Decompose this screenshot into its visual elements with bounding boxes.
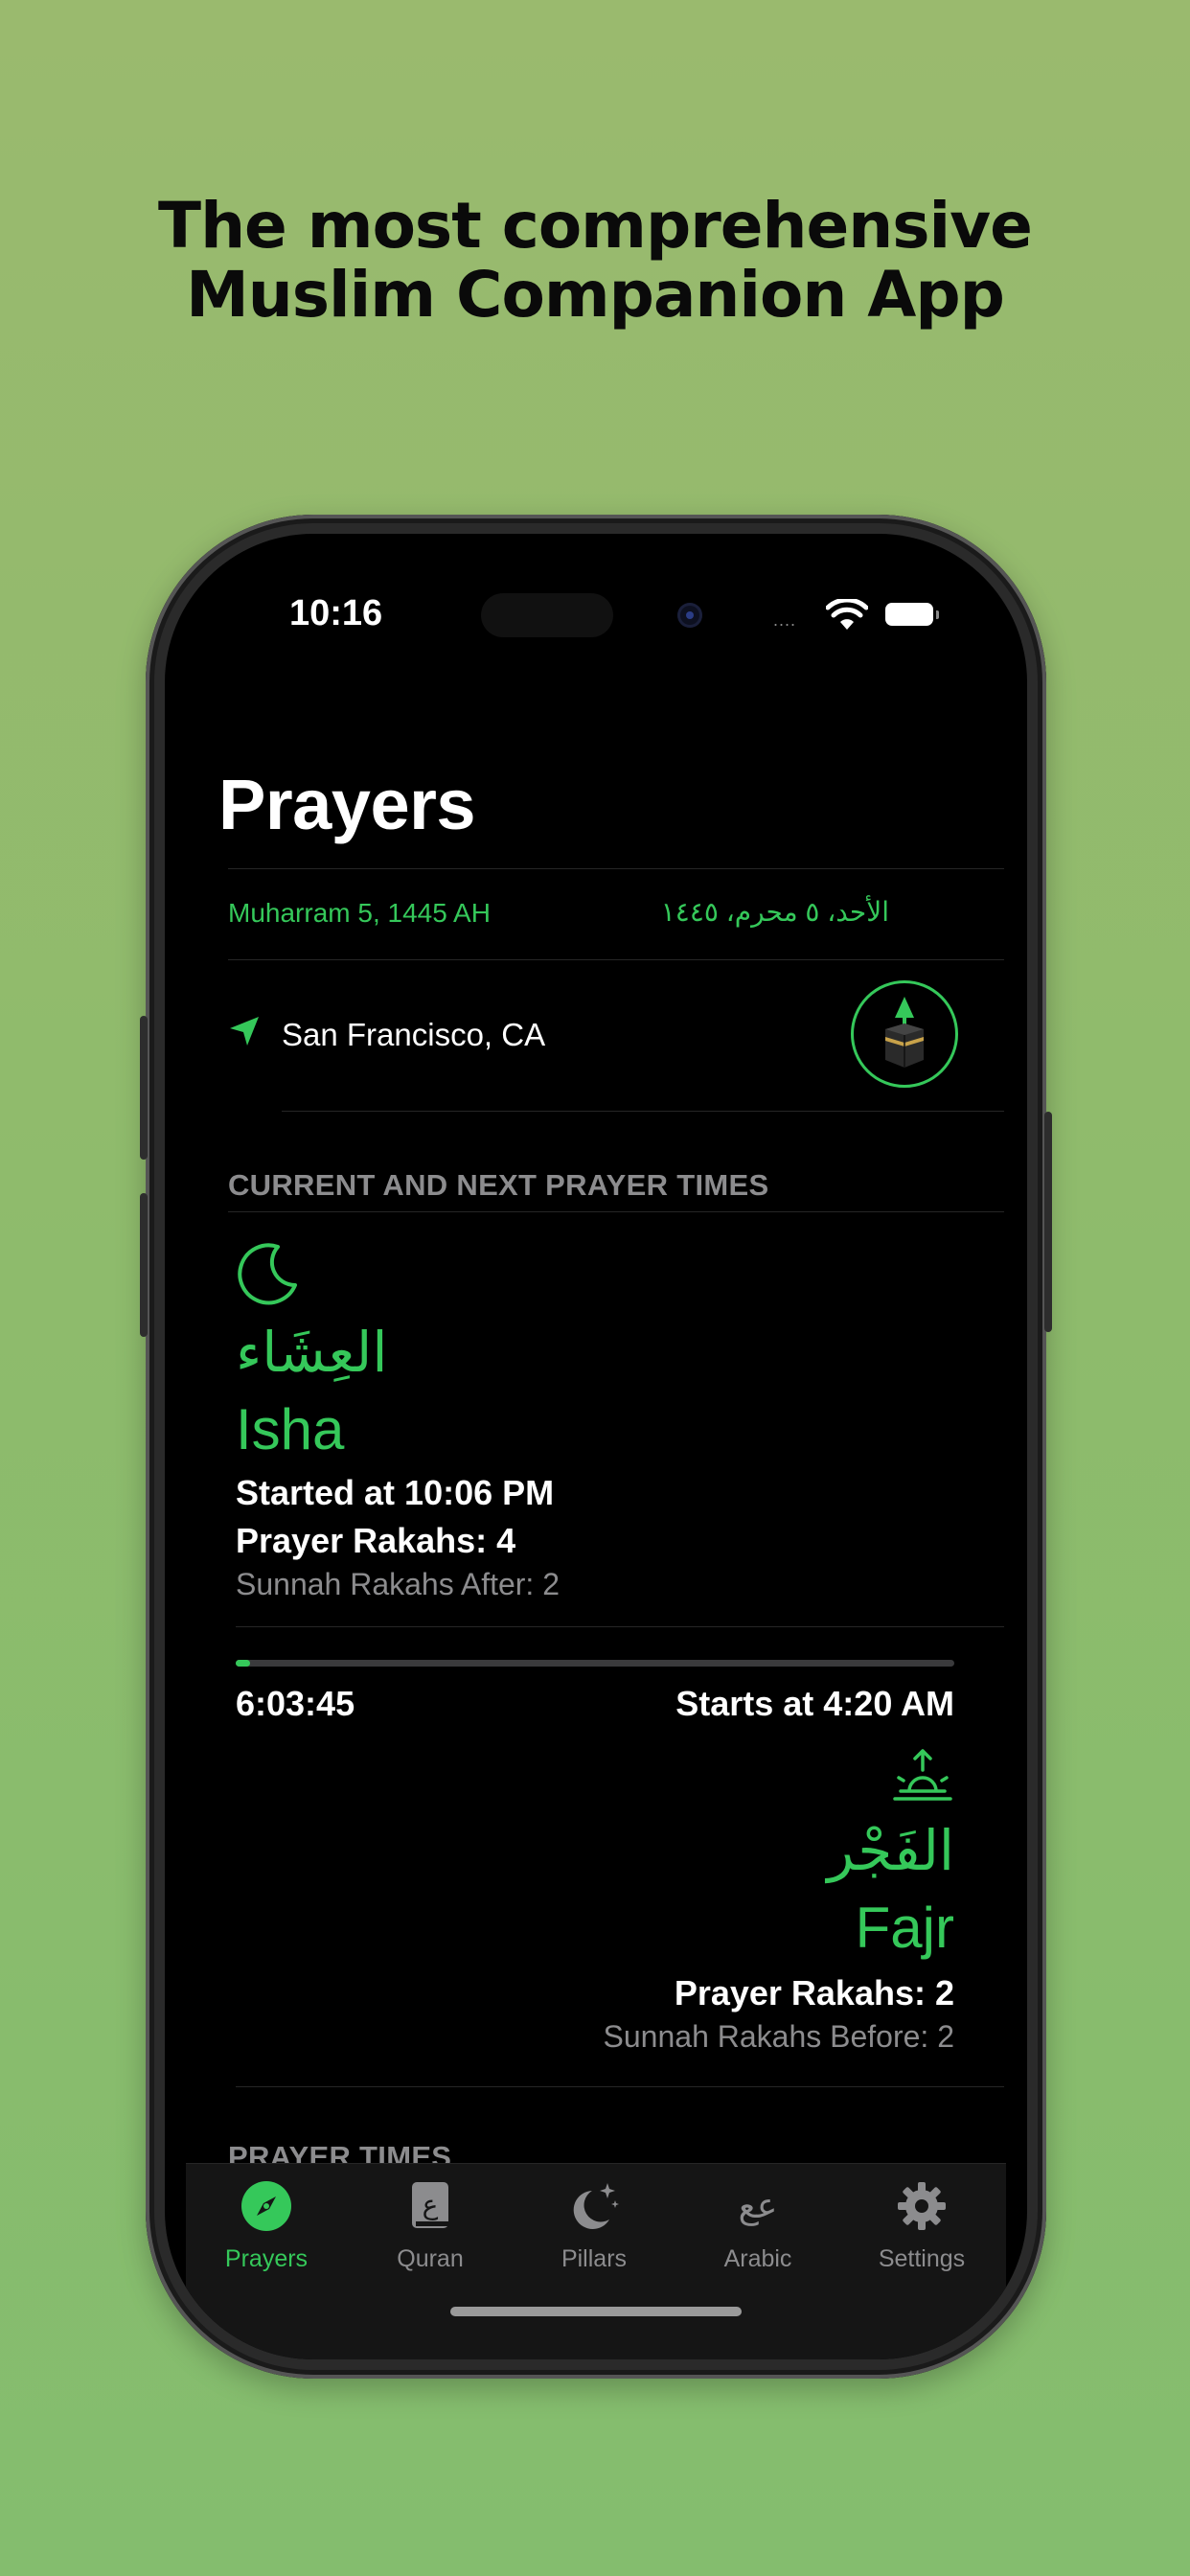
tab-label: Prayers [224,2245,309,2272]
tab-pillars[interactable]: Pillars [522,2179,666,2273]
tab-label: Settings [878,2245,966,2272]
divider [236,2086,1004,2087]
section-header-current-next: CURRENT AND NEXT PRAYER TIMES [228,1168,769,1202]
current-prayer-rakahs: Prayer Rakahs: 4 [236,1521,516,1560]
next-prayer-name-english: Fajr [855,1896,954,1960]
arabic-letters-icon: عع [739,2187,778,2226]
current-prayer-name-arabic: العِشَاء [236,1320,388,1385]
divider [282,1111,1004,1112]
gear-icon [898,2182,946,2230]
signal-indicator: .... [773,610,797,630]
countdown-timer: 6:03:45 [236,1684,355,1723]
hijri-date-arabic: الأحد، ٥ محرم، ١٤٤٥ [660,897,889,927]
tab-quran[interactable]: ع Quran [358,2179,502,2273]
side-button-power [1044,1112,1052,1332]
status-time: 10:16 [289,593,383,633]
battery-icon [885,603,939,626]
divider [228,868,1004,869]
location-arrow-icon [230,1017,259,1046]
next-prayer-rakahs: Prayer Rakahs: 2 [674,1973,954,2012]
divider [236,1626,1004,1627]
compass-icon [241,2181,291,2231]
sunrise-icon [893,1749,952,1801]
current-prayer-sunnah: Sunnah Rakahs After: 2 [236,1567,560,1601]
tab-settings[interactable]: Settings [850,2179,994,2273]
next-prayer-sunnah: Sunnah Rakahs Before: 2 [603,2019,954,2054]
divider [228,959,1004,960]
page-title: Prayers [218,765,476,844]
current-prayer-start-time: Started at 10:06 PM [236,1473,555,1512]
promo-headline: The most comprehensive Muslim Companion … [0,192,1190,330]
dynamic-island [481,593,613,637]
tab-label: Quran [397,2245,464,2272]
side-button-volume [140,1193,148,1337]
tab-arabic[interactable]: عع Arabic [686,2179,830,2273]
location-city[interactable]: San Francisco, CA [282,1017,545,1053]
promo-headline-line2: Muslim Companion App [186,258,1005,332]
wifi-icon [826,599,868,630]
tab-prayers[interactable]: Prayers [195,2179,338,2273]
phone-screen: 10:16 .... Prayers Muharram 5, 1445 AH ا… [165,534,1027,2359]
tab-label: Pillars [561,2245,628,2272]
divider [228,1211,1004,1212]
prayer-progress-bar [236,1660,954,1667]
qibla-compass-button[interactable] [851,980,958,1088]
promo-headline-line1: The most comprehensive [158,189,1033,263]
book-icon: ع [412,2182,448,2228]
kaaba-qibla-compass-icon [885,997,924,1068]
next-prayer-start-time: Starts at 4:20 AM [675,1684,954,1723]
crescent-moon-icon [238,1243,297,1305]
svg-text:عع: عع [739,2187,778,2226]
svg-text:ع: ع [423,2189,439,2220]
next-prayer-name-arabic: الفَجْر [827,1818,954,1883]
hijri-date-english: Muharram 5, 1445 AH [228,898,491,928]
prayer-progress-fill [236,1660,250,1667]
current-prayer-name-english: Isha [236,1397,345,1461]
home-indicator[interactable] [450,2307,742,2316]
moon-stars-icon [573,2183,619,2229]
tab-label: Arabic [723,2245,792,2272]
camera-dot [677,603,702,628]
side-button-action [140,1016,148,1160]
tab-bar: Prayers ع Quran Pillars عع Arabic Settin… [186,2163,1006,2359]
